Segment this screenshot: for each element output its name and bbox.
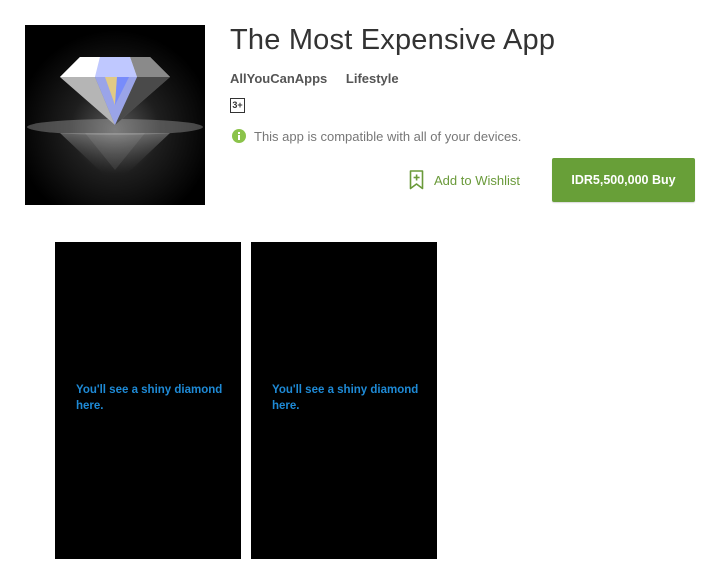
app-meta: AllYouCanApps Lifestyle [230, 71, 399, 86]
compatibility-text: This app is compatible with all of your … [254, 128, 522, 144]
app-title: The Most Expensive App [230, 24, 556, 56]
app-icon-diamond [25, 25, 205, 205]
content-rating-badge: 3+ [230, 98, 245, 113]
info-icon [232, 129, 246, 143]
compatibility-notice: This app is compatible with all of your … [230, 128, 521, 144]
screenshot-thumbnail[interactable]: You'll see a shiny diamond here. [55, 242, 241, 559]
category-link[interactable]: Lifestyle [346, 71, 399, 86]
wishlist-label: Add to Wishlist [434, 172, 520, 188]
add-to-wishlist-button[interactable]: Add to Wishlist [409, 169, 520, 191]
screenshot-thumbnail[interactable]: You'll see a shiny diamond here. [251, 242, 437, 559]
developer-link[interactable]: AllYouCanApps [230, 71, 327, 86]
bookmark-plus-icon [409, 170, 424, 190]
buy-button[interactable]: IDR5,500,000 Buy [552, 158, 695, 202]
screenshot-caption: You'll see a shiny diamond here. [272, 384, 419, 412]
screenshot-caption: You'll see a shiny diamond here. [76, 384, 223, 412]
